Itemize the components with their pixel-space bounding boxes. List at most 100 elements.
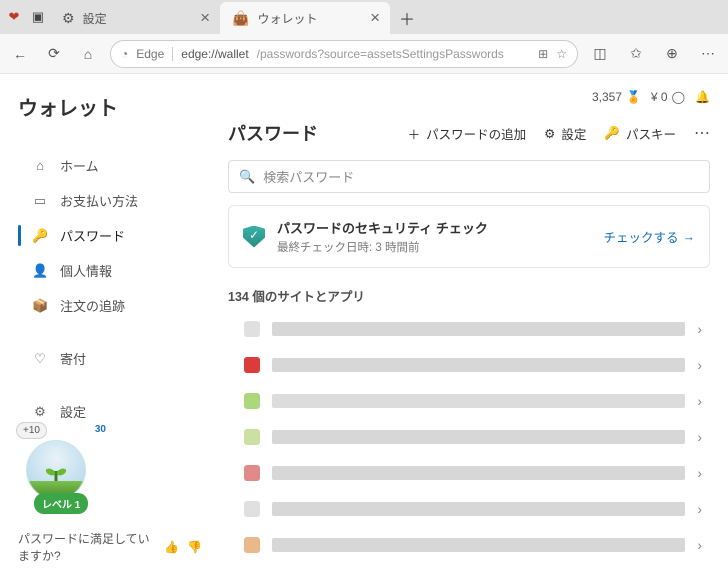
- level-pill: レベル 1: [34, 493, 88, 514]
- passkey-button[interactable]: 🔑 パスキー: [604, 124, 676, 143]
- edge-logo-icon: ◔: [121, 47, 128, 61]
- card-icon: ▭: [32, 193, 48, 209]
- home-icon: ⌂: [32, 158, 48, 173]
- password-row[interactable]: ›: [228, 527, 710, 563]
- shopping-icon[interactable]: ⊞: [538, 47, 548, 61]
- sidebar-item-personal[interactable]: 👤 個人情報: [18, 254, 202, 287]
- chevron-right-icon: ›: [697, 429, 702, 445]
- thumbs-up-icon[interactable]: 👍: [164, 538, 179, 556]
- tab-wallet[interactable]: 👜 ウォレット ×: [220, 2, 390, 34]
- site-name-redacted: [272, 394, 685, 408]
- gear-icon: ⚙: [544, 126, 555, 141]
- password-row[interactable]: ›: [228, 347, 710, 383]
- home-button[interactable]: ⌂: [76, 42, 100, 66]
- split-screen-icon[interactable]: ◫: [588, 42, 612, 66]
- sidebar: ウォレット ⌂ ホーム ▭ お支払い方法 🔑 パスワード 👤 個人情報 📦 注文…: [0, 74, 210, 576]
- passwords-settings-button[interactable]: ⚙ 設定: [544, 124, 586, 143]
- main-content: 3,357 🏅 ¥ 0 ◯ 🔔 パスワード ＋ パスワードの追加 ⚙ 設定: [210, 74, 728, 576]
- password-row[interactable]: ›: [228, 383, 710, 419]
- security-check-card[interactable]: パスワードのセキュリティ チェック 最終チェック日時: 3 時間前 チェックする…: [228, 205, 710, 268]
- level-widget[interactable]: +10 30 レベル 1: [22, 428, 92, 510]
- bell-icon[interactable]: 🔔: [695, 90, 710, 104]
- favorites-icon[interactable]: ✩: [624, 42, 648, 66]
- sidebar-item-label: 寄付: [60, 349, 86, 368]
- sidebar-item-orders[interactable]: 📦 注文の追跡: [18, 289, 202, 322]
- site-name-redacted: [272, 430, 685, 444]
- sidebar-item-passwords[interactable]: 🔑 パスワード: [18, 219, 202, 252]
- chevron-right-icon: ›: [697, 465, 702, 481]
- settings-label: 設定: [561, 124, 586, 143]
- divider: [172, 47, 173, 61]
- back-button[interactable]: ←: [8, 42, 32, 66]
- workspaces-icon[interactable]: ▣: [30, 9, 46, 25]
- sidebar-item-settings[interactable]: ⚙ 設定: [18, 395, 202, 428]
- metrics-bar: 3,357 🏅 ¥ 0 ◯ 🔔: [210, 74, 728, 104]
- rewards-points[interactable]: 3,357 🏅: [592, 90, 641, 104]
- points-count-badge: 30: [95, 424, 106, 435]
- tab-settings[interactable]: ⚙ 設定 ×: [50, 2, 220, 34]
- chevron-right-icon: ›: [697, 537, 702, 553]
- collections-icon[interactable]: ⊕: [660, 42, 684, 66]
- close-icon[interactable]: ×: [370, 8, 380, 28]
- cashback[interactable]: ¥ 0 ◯: [651, 90, 685, 104]
- site-favicon-icon: [244, 501, 260, 517]
- passkey-label: パスキー: [626, 124, 676, 143]
- address-brand: Edge: [136, 47, 164, 61]
- security-card-subtitle: 最終チェック日時: 3 時間前: [277, 239, 591, 255]
- sidebar-item-label: お支払い方法: [60, 191, 138, 210]
- page-header: パスワード ＋ パスワードの追加 ⚙ 設定 🔑 パスキー ⋯: [228, 120, 710, 146]
- package-icon: 📦: [32, 298, 48, 314]
- points-bonus-badge: +10: [16, 422, 47, 439]
- sites-count-label: 134 個のサイトとアプリ: [228, 286, 710, 305]
- password-row[interactable]: ›: [228, 491, 710, 527]
- sidebar-item-payment[interactable]: ▭ お支払い方法: [18, 184, 202, 217]
- site-favicon-icon: [244, 537, 260, 553]
- new-tab-button[interactable]: ＋: [390, 2, 424, 34]
- password-row[interactable]: ›: [228, 311, 710, 347]
- sidebar-item-label: 設定: [60, 402, 86, 421]
- tab-label: 設定: [83, 10, 107, 27]
- more-menu-icon[interactable]: ⋯: [694, 123, 710, 143]
- gear-icon: ⚙: [62, 10, 75, 27]
- password-row[interactable]: ›: [228, 455, 710, 491]
- person-icon: 👤: [32, 263, 48, 279]
- coin-icon: ◯: [672, 90, 685, 104]
- add-password-button[interactable]: ＋ パスワードの追加: [408, 124, 527, 143]
- site-name-redacted: [272, 502, 685, 516]
- feedback-question: パスワードに満足していますか?: [18, 530, 156, 564]
- key-icon: 🔑: [32, 228, 48, 244]
- passwords-list[interactable]: ›››››››: [228, 311, 710, 563]
- sidebar-item-home[interactable]: ⌂ ホーム: [18, 149, 202, 182]
- security-check-link[interactable]: チェックする →: [603, 227, 695, 246]
- site-name-redacted: [272, 466, 685, 480]
- heart-favicon-icon[interactable]: ❤: [6, 9, 22, 25]
- toolbar-right: ◫ ✩ ⊕ ⋯: [588, 42, 720, 66]
- app-title: ウォレット: [18, 92, 202, 121]
- shield-check-icon: [243, 226, 265, 248]
- site-favicon-icon: [244, 321, 260, 337]
- chevron-right-icon: ›: [697, 393, 702, 409]
- passkey-icon: 🔑: [604, 126, 620, 141]
- password-row[interactable]: ›: [228, 419, 710, 455]
- arrow-right-icon: →: [683, 230, 696, 244]
- gear-icon: ⚙: [32, 404, 48, 420]
- site-name-redacted: [272, 322, 685, 336]
- search-icon: 🔍: [239, 169, 255, 185]
- security-check-label: チェックする: [603, 227, 678, 246]
- page-title: パスワード: [228, 120, 318, 146]
- menu-icon[interactable]: ⋯: [696, 42, 720, 66]
- wallet-icon: 👜: [232, 10, 249, 27]
- sidebar-item-label: 注文の追跡: [60, 296, 125, 315]
- address-bar[interactable]: ◔ Edge edge://wallet/passwords?source=as…: [110, 40, 578, 68]
- add-password-label: パスワードの追加: [426, 124, 526, 143]
- sidebar-item-label: 個人情報: [60, 261, 112, 280]
- site-favicon-icon: [244, 429, 260, 445]
- close-icon[interactable]: ×: [200, 8, 210, 28]
- thumbs-down-icon[interactable]: 👎: [187, 538, 202, 556]
- favorite-icon[interactable]: ☆: [556, 47, 567, 61]
- plus-icon: ＋: [408, 124, 421, 143]
- trophy-icon: 🏅: [626, 90, 641, 104]
- sidebar-item-donate[interactable]: ♡ 寄付: [18, 342, 202, 375]
- refresh-button[interactable]: ⟳: [42, 42, 66, 66]
- search-input[interactable]: 🔍 検索パスワード: [228, 160, 710, 193]
